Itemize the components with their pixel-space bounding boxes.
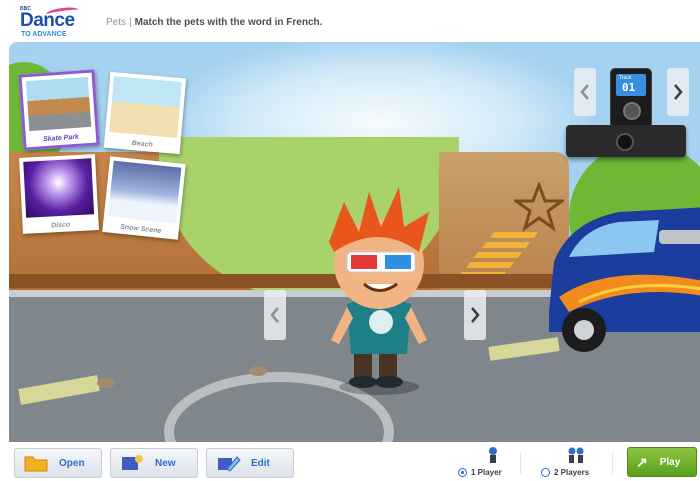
one-player-figure-icon (489, 447, 497, 463)
location-caption: Beach (131, 139, 154, 149)
page-instruction: Match the pets with the word in French. (134, 17, 323, 28)
game-scene: Skate Park Beach Disco Snow Scene (9, 42, 700, 442)
skate-park-picture (25, 76, 92, 132)
click-wheel (623, 102, 641, 120)
snow-scene-picture (107, 160, 182, 224)
new-button[interactable]: New (110, 448, 198, 478)
two-players-figure-icon (568, 447, 584, 463)
open-button-label: Open (59, 457, 85, 469)
dancer-character[interactable] (309, 182, 449, 397)
location-thumb-snow-scene[interactable]: Snow Scene (102, 156, 186, 240)
rock (97, 378, 115, 388)
next-track-button[interactable] (667, 68, 689, 116)
next-character-button[interactable] (464, 290, 486, 340)
section-label: Pets (106, 17, 127, 28)
edit-button[interactable]: Edit (206, 448, 294, 478)
new-dance-icon (122, 455, 143, 470)
header: BBC Dance TO ADVANCE Pets | Match the pets… (0, 0, 700, 42)
divider (612, 452, 613, 474)
location-caption: Disco (50, 221, 71, 230)
one-player-radio[interactable] (458, 468, 467, 477)
music-player[interactable]: Track 01 (610, 68, 652, 128)
chevron-left-icon (270, 307, 279, 323)
two-players-label: 2 Players (554, 468, 590, 477)
logo-sub-text: TO ADVANCE (21, 31, 67, 38)
rock (249, 366, 267, 376)
ramp-base (9, 274, 569, 288)
two-players-option[interactable]: 2 Players (541, 446, 611, 480)
location-thumb-disco[interactable]: Disco (19, 154, 99, 234)
chevron-left-icon (580, 84, 589, 100)
previous-track-button[interactable] (574, 68, 596, 116)
previous-character-button[interactable] (264, 290, 286, 340)
edit-pencil-icon (218, 456, 241, 472)
play-button-label: Play (659, 456, 681, 468)
location-thumb-skate-park[interactable]: Skate Park (18, 69, 100, 151)
one-player-option[interactable]: 1 Player (458, 446, 528, 480)
disco-picture (23, 158, 95, 218)
chevron-right-icon (471, 307, 480, 323)
folder-icon (24, 456, 48, 472)
breadcrumb-separator: | (129, 17, 132, 28)
one-player-label: 1 Player (471, 468, 502, 477)
dance-to-advance-logo[interactable]: BBC Dance TO ADVANCE (18, 5, 84, 38)
play-button[interactable]: ↗ Play (627, 447, 697, 477)
speaker-dock (566, 125, 686, 157)
breadcrumb: Pets | Match the pets with the word in Fre… (106, 17, 322, 28)
location-caption: Skate Park (42, 133, 80, 144)
beach-picture (109, 76, 182, 138)
edit-button-label: Edit (251, 457, 270, 469)
chevron-right-icon (674, 84, 683, 100)
two-players-radio[interactable] (541, 468, 550, 477)
location-thumb-beach[interactable]: Beach (103, 71, 187, 155)
play-arrow-icon: ↗ (636, 453, 648, 470)
new-button-label: New (155, 457, 176, 469)
car (549, 207, 700, 352)
speaker-icon (616, 133, 634, 151)
track-number: 01 (622, 81, 636, 94)
open-button[interactable]: Open (14, 448, 102, 478)
